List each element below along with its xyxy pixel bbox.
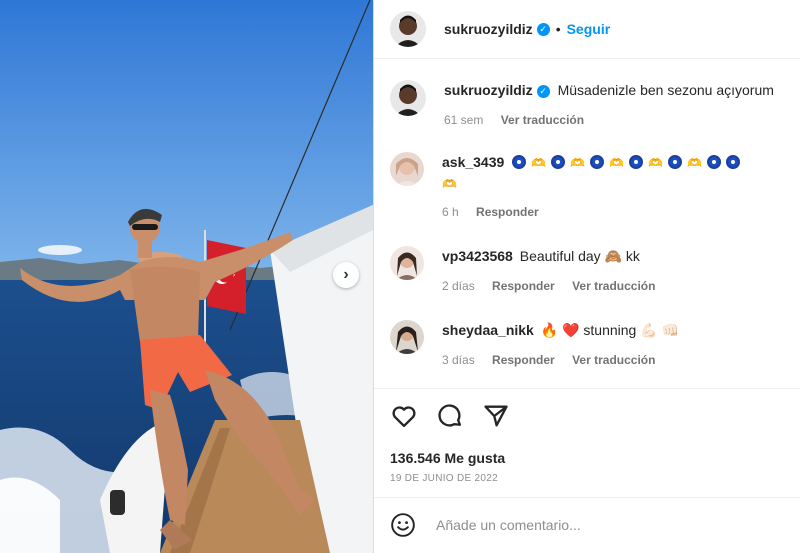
caption-time: 61 sem bbox=[444, 113, 484, 127]
avatar[interactable] bbox=[390, 152, 424, 186]
avatar[interactable] bbox=[390, 246, 424, 280]
nazar-amulet-icon bbox=[512, 155, 527, 169]
list-item: ask_3439 🫶 🫶 🫶 🫶 🫶 🫶 6 h Responder bbox=[390, 152, 800, 222]
nazar-amulet-icon bbox=[725, 155, 740, 169]
avatar[interactable] bbox=[390, 11, 426, 47]
separator: • bbox=[555, 21, 561, 37]
post-details-panel: sukruozyildiz ✓ • Seguir sukruozyildiz ✓ … bbox=[373, 0, 800, 553]
comment-username[interactable]: sheydaa_nikk bbox=[442, 322, 534, 338]
heart-hands-icon: 🫶 bbox=[609, 156, 625, 170]
comment-time: 3 días bbox=[442, 353, 475, 367]
reply-button[interactable]: Responder bbox=[476, 205, 539, 219]
divider bbox=[374, 388, 800, 389]
caption-username[interactable]: sukruozyildiz bbox=[444, 82, 533, 98]
verified-badge-icon: ✓ bbox=[536, 22, 550, 36]
add-comment-bar bbox=[390, 512, 768, 538]
caption: sukruozyildiz ✓ Müsadenizle ben sezonu aç… bbox=[390, 80, 800, 130]
post-photo[interactable]: › bbox=[0, 0, 373, 553]
post-image bbox=[0, 0, 373, 553]
nazar-amulet-icon bbox=[668, 155, 682, 169]
avatar[interactable] bbox=[390, 80, 426, 116]
heart-icon: ❤️ bbox=[562, 322, 580, 338]
comment-time: 6 h bbox=[442, 205, 459, 219]
comment-input[interactable] bbox=[434, 516, 768, 534]
author-username[interactable]: sukruozyildiz bbox=[444, 21, 533, 37]
list-item: vp3423568 Beautiful day 🙈 kk 2 días Resp… bbox=[390, 246, 800, 296]
list-item: sheydaa_nikk 🔥 ❤️ stunning 💪🏻 👊🏻 3 días … bbox=[390, 320, 800, 370]
comment-text: Beautiful day bbox=[519, 248, 601, 264]
translate-button[interactable]: Ver traducción bbox=[572, 279, 655, 293]
post-date: 19 DE JUNIO DE 2022 bbox=[390, 473, 498, 484]
verified-badge-icon: ✓ bbox=[536, 85, 550, 98]
nazar-amulet-icon bbox=[590, 155, 605, 169]
comment-time: 2 días bbox=[442, 279, 475, 293]
reply-button[interactable]: Responder bbox=[492, 353, 555, 367]
translate-button[interactable]: Ver traducción bbox=[501, 113, 584, 127]
like-count[interactable]: 136.546 Me gusta bbox=[390, 450, 505, 466]
heart-hands-icon: 🫶 bbox=[687, 156, 702, 170]
caption-text: Müsadenizle ben sezonu açıyorum bbox=[557, 82, 774, 98]
comment-text: stunning bbox=[583, 322, 637, 338]
fire-icon: 🔥 bbox=[540, 322, 559, 338]
heart-hands-icon: 🫶 bbox=[442, 177, 457, 191]
divider bbox=[374, 497, 800, 498]
emoji-icon[interactable] bbox=[390, 512, 416, 538]
post-actions bbox=[390, 402, 510, 430]
heart-hands-icon: 🫶 bbox=[570, 156, 586, 170]
nazar-amulet-icon bbox=[551, 155, 566, 169]
reply-button[interactable]: Responder bbox=[492, 279, 555, 293]
comment-username[interactable]: ask_3439 bbox=[442, 154, 504, 170]
heart-hands-icon: 🫶 bbox=[648, 156, 663, 170]
translate-button[interactable]: Ver traducción bbox=[572, 353, 655, 367]
avatar[interactable] bbox=[390, 320, 424, 354]
flexed-biceps-icon: 💪🏻 bbox=[640, 322, 658, 338]
heart-icon[interactable] bbox=[390, 402, 418, 430]
see-no-evil-monkey-icon: 🙈 bbox=[604, 248, 623, 264]
share-icon[interactable] bbox=[482, 402, 510, 430]
comment-username[interactable]: vp3423568 bbox=[442, 248, 513, 264]
heart-hands-icon: 🫶 bbox=[531, 156, 547, 170]
nazar-amulet-icon bbox=[629, 155, 644, 169]
follow-button[interactable]: Seguir bbox=[567, 21, 611, 37]
post-header: sukruozyildiz ✓ • Seguir bbox=[374, 0, 800, 59]
next-photo-button[interactable]: › bbox=[333, 262, 359, 288]
chevron-right-icon: › bbox=[343, 266, 349, 283]
raised-fist-icon: 👊🏻 bbox=[661, 322, 679, 338]
comment-icon[interactable] bbox=[436, 402, 464, 430]
nazar-amulet-icon bbox=[706, 155, 721, 169]
comment-text-suffix: kk bbox=[625, 248, 640, 264]
